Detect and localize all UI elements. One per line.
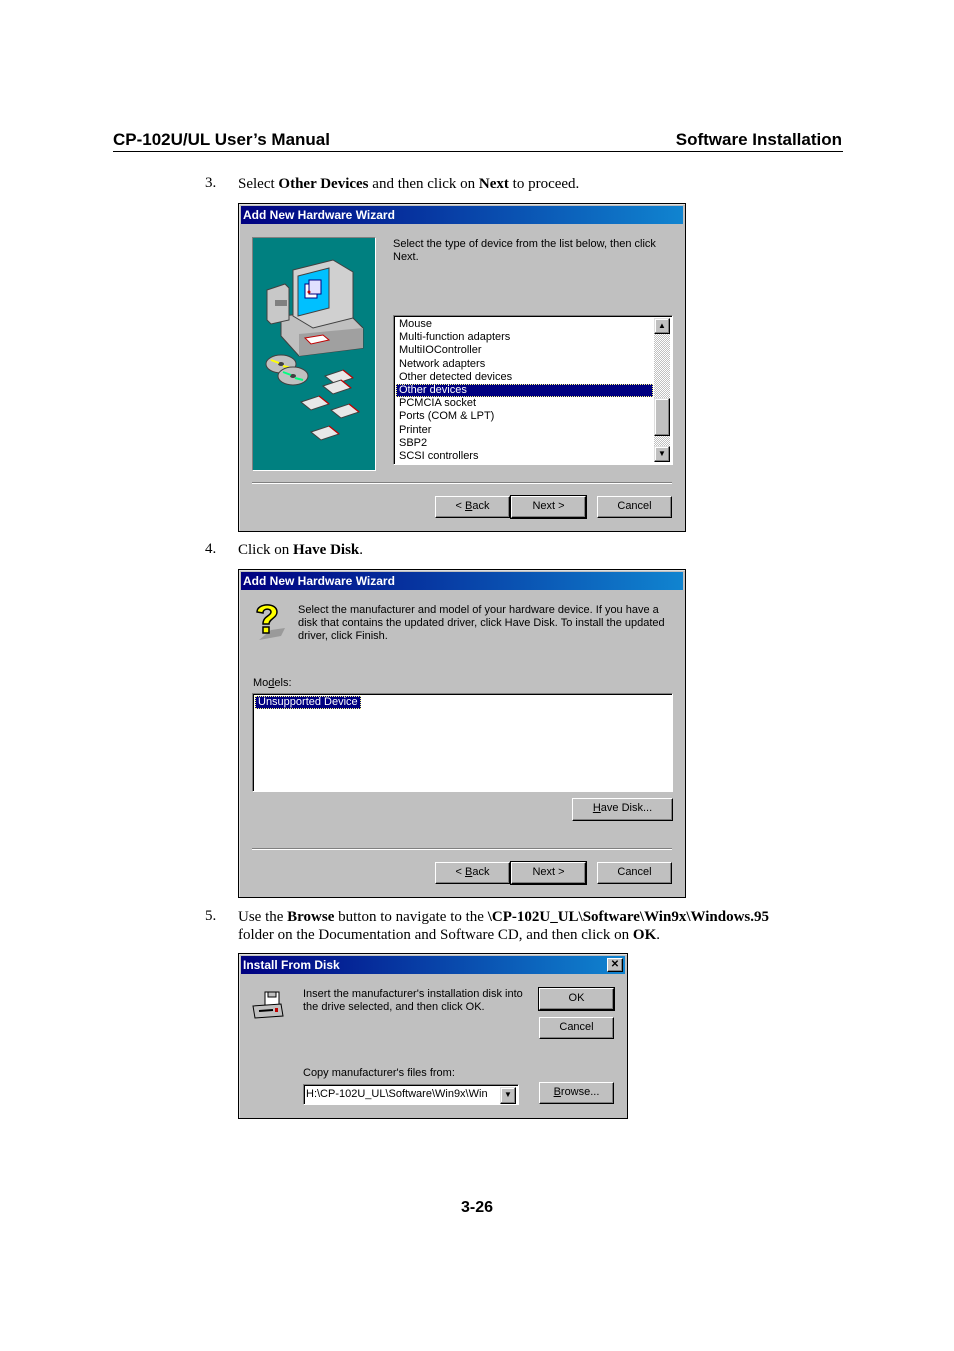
cancel-button[interactable]: Cancel [597,496,672,518]
step-number: 3. [205,175,217,191]
text-run: button to navigate to the [334,909,488,925]
text-run: folder on the Documentation and Software… [238,927,633,943]
cancel-button[interactable]: Cancel [597,862,672,884]
header-rule [113,151,843,152]
text-run: and then click on [368,176,479,192]
cancel-button[interactable]: Cancel [539,1017,614,1039]
list-item[interactable]: Multi-function adapters [396,331,653,344]
back-button[interactable]: < Back [435,496,510,518]
text-run: . [656,927,660,943]
list-item[interactable]: Ports (COM & LPT) [396,410,653,423]
scroll-down-arrow-icon[interactable]: ▼ [654,446,670,462]
install-from-disk-dialog: Install From Disk ✕ Insert the manufactu… [238,953,628,1119]
label: ack [472,500,490,512]
label: els: [274,677,292,689]
copy-from-label: Copy manufacturer's files from: [303,1067,455,1079]
page-number: 3-26 [460,1199,494,1216]
scroll-up-arrow-icon[interactable]: ▲ [654,318,670,334]
list-item[interactable]: Other detected devices [396,371,653,384]
dialog-title-bar: Install From Disk [241,956,625,974]
install-instruction: Insert the manufacturer's installation d… [303,988,523,1013]
section-title: Software Installation [675,130,842,149]
bold-run: \CP-102U_UL\Software\Win9x\Windows.95 [487,909,769,925]
back-button[interactable]: < Back [435,862,510,884]
step-3-text: Select Other Devices and then click on N… [238,175,579,193]
label: Mo [253,677,269,689]
separator [252,482,672,484]
mnemonic: B [553,1086,561,1098]
models-label: Models: [253,677,292,690]
label: < [455,500,465,512]
step-5-text-line-1: Use the Browse button to navigate to the… [238,908,769,926]
text-run: . [359,542,364,558]
separator [252,848,672,850]
label: ack [472,866,490,878]
bold-run: OK [632,927,657,943]
list-item[interactable]: MultiIOController [396,344,653,357]
next-button[interactable]: Next > [510,495,587,519]
computer-with-disks-icon [265,259,364,441]
wizard-instruction: Select the manufacturer and model of you… [298,604,665,642]
list-item-selected[interactable]: Other devices [396,383,653,398]
list-item[interactable]: Printer [396,424,653,437]
vertical-scrollbar[interactable]: ▲ ▼ [654,318,670,462]
ok-button[interactable]: OK [538,987,615,1011]
step-number: 5. [205,908,217,924]
list-item[interactable]: SBP2 [396,437,653,450]
label: ave Disk... [600,802,653,814]
step-number: 4. [205,541,217,557]
text-run: Use the [238,909,288,925]
browse-button[interactable]: Browse... [539,1082,614,1104]
add-hardware-wizard-dialog-1: Add New Hardware Wizard Select the type … [238,203,686,532]
dialog-title-bar: Add New Hardware Wizard [241,206,683,224]
wizard-illustration [252,237,376,471]
list-item[interactable]: Network adapters [396,358,653,371]
bold-run: Other Devices [278,176,369,192]
step-5-text-line-2: folder on the Documentation and Software… [238,926,660,944]
path-input[interactable]: H:\CP-102U_UL\Software\Win9x\Win [306,1088,498,1101]
list-item-selected[interactable]: Unsupported Device [255,696,361,710]
models-list[interactable]: Unsupported Device [252,693,673,792]
bold-run: Have Disk [293,542,360,558]
scrollbar-thumb[interactable] [654,398,670,436]
text-run: Click on [238,542,293,558]
text-run: to proceed. [508,176,580,192]
label: rowse... [560,1086,600,1098]
manual-title: CP-102U/UL User’s Manual [113,130,330,149]
question-mark-icon [256,604,285,640]
add-hardware-wizard-dialog-2: Add New Hardware Wizard Select the manuf… [238,569,686,898]
list-item[interactable]: PCMCIA socket [396,397,653,410]
wizard-instruction: Select the type of device from the list … [393,238,656,263]
dialog-title-bar: Add New Hardware Wizard [241,572,683,590]
dropdown-arrow-icon[interactable]: ▼ [500,1087,516,1104]
device-type-list[interactable]: Mouse Multi-function adapters MultiIOCon… [393,315,673,465]
bold-run: Browse [287,909,335,925]
bold-run: Next [478,176,509,192]
disk-drive-icon [252,991,284,1019]
step-4-text: Click on Have Disk. [238,541,363,559]
have-disk-button[interactable]: Have Disk... [572,798,673,821]
list-item[interactable]: Mouse [396,318,653,331]
list-item[interactable]: SCSI controllers [396,450,653,463]
copy-from-combobox[interactable]: H:\CP-102U_UL\Software\Win9x\Win ▼ [303,1084,519,1105]
text-run: Select [238,176,279,192]
close-icon[interactable]: ✕ [607,958,623,972]
mnemonic: H [592,802,601,814]
label: < [455,866,465,878]
next-button[interactable]: Next > [510,861,587,885]
